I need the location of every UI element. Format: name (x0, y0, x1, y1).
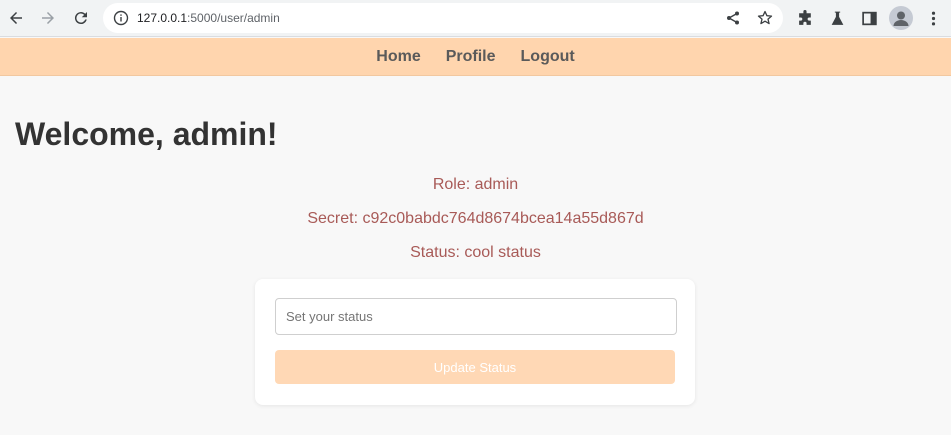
back-arrow-icon[interactable] (5, 7, 27, 29)
status-text: Status: cool status (410, 244, 541, 261)
share-icon[interactable] (724, 9, 742, 27)
bookmark-star-icon[interactable] (756, 9, 774, 27)
update-status-button[interactable]: Update Status (275, 350, 675, 384)
browser-toolbar: 127.0.0.1:5000/user/admin (0, 0, 951, 37)
site-nav: Home Profile Logout (0, 38, 951, 76)
site-info-icon[interactable] (113, 10, 129, 26)
nav-profile-link[interactable]: Profile (446, 48, 496, 66)
more-options-icon[interactable] (922, 7, 944, 29)
nav-home-link[interactable]: Home (376, 48, 420, 66)
role-text: Role: admin (432, 176, 519, 193)
url-path: :5000/user/admin (187, 11, 280, 25)
page-title: Welcome, admin! (15, 116, 278, 152)
reload-icon[interactable] (70, 7, 92, 29)
secret-text: Secret: c92c0babdc764d8674bcea14a55d867d (307, 210, 644, 227)
lab-flask-icon[interactable] (826, 7, 848, 29)
url-host: 127.0.0.1 (137, 11, 188, 25)
forward-arrow-icon[interactable] (37, 7, 59, 29)
extensions-puzzle-icon[interactable] (794, 7, 816, 29)
status-input[interactable] (275, 298, 677, 335)
address-bar[interactable]: 127.0.0.1:5000/user/admin (103, 3, 783, 33)
nav-logout-link[interactable]: Logout (521, 48, 575, 66)
status-form-card: Update Status (255, 279, 695, 405)
url-text[interactable]: 127.0.0.1:5000/user/admin (137, 11, 280, 25)
side-panel-icon[interactable] (858, 7, 880, 29)
profile-avatar-icon[interactable] (889, 6, 913, 30)
